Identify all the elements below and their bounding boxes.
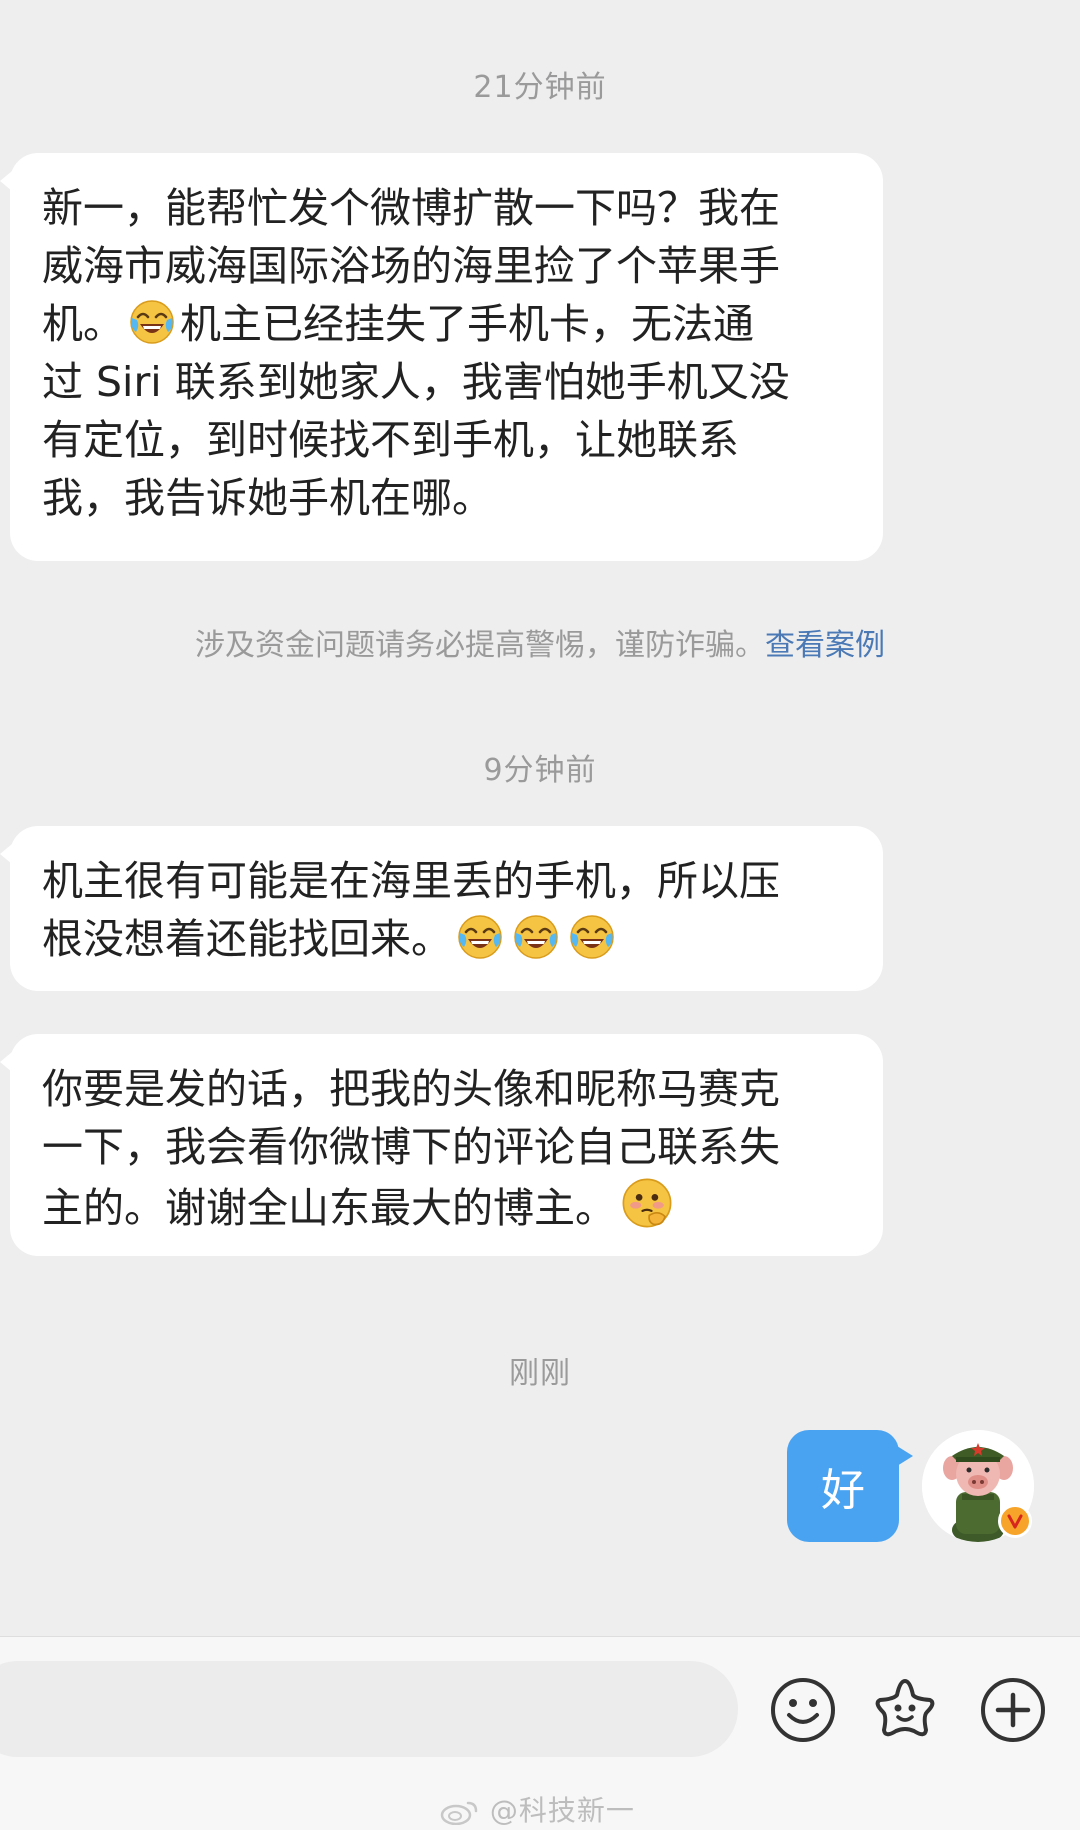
laugh-cry-emoji-icon	[568, 913, 616, 961]
message-line: 威海市威海国际浴场的海里捡了个苹果手	[42, 242, 780, 290]
message-line: 机。 机主已经挂失了手机卡，无法通	[42, 298, 754, 348]
timestamp: 21分钟前	[473, 70, 607, 105]
outgoing-message-bubble[interactable]: 好	[787, 1430, 913, 1542]
chat-area: 21分钟前 新一，能帮忙发个微博扩散一下吗？我在 威海市威海国际浴场的海里捡了个…	[0, 0, 1080, 1636]
message-bubble[interactable]: 机主很有可能是在海里丢的手机，所以压 根没想着还能找回来。	[0, 826, 883, 991]
verified-v-badge-icon	[998, 1504, 1032, 1538]
timestamp: 刚刚	[509, 1356, 571, 1391]
watermark-text: @科技新一	[489, 1794, 635, 1827]
weibo-logo-icon	[440, 1801, 478, 1826]
fraud-warning-notice: 涉及资金问题请务必提高警惕，谨防诈骗。查看案例	[0, 620, 1080, 664]
message-line: 你要是发的话，把我的头像和昵称马赛克	[42, 1065, 780, 1113]
message-bubble[interactable]: 你要是发的话，把我的头像和昵称马赛克 一下，我会看你微博下的评论自己联系失 主的…	[0, 1034, 883, 1256]
star-sticker-icon[interactable]	[870, 1675, 940, 1745]
message-text: 好	[821, 1465, 865, 1516]
laugh-cry-emoji-icon	[128, 298, 176, 346]
message-bubble[interactable]: 新一，能帮忙发个微博扩散一下吗？我在 威海市威海国际浴场的海里捡了个苹果手 机。…	[0, 153, 883, 561]
message-input[interactable]	[0, 1661, 738, 1757]
view-cases-link[interactable]: 查看案例	[765, 628, 885, 663]
watermark: @科技新一	[440, 1789, 635, 1829]
laugh-cry-emoji-icon	[456, 913, 504, 961]
notice-text: 涉及资金问题请务必提高警惕，谨防诈骗。	[195, 628, 765, 663]
message-line: 有定位，到时候找不到手机，让她联系	[42, 416, 739, 464]
message-line: 我，我告诉她手机在哪。	[42, 474, 493, 522]
message-line: 主的。谢谢全山东最大的博主。	[42, 1176, 849, 1237]
timestamp: 9分钟前	[483, 753, 597, 788]
message-line: 一下，我会看你微博下的评论自己联系失	[42, 1123, 780, 1171]
thinking-emoji-icon	[620, 1176, 674, 1230]
message-line: 新一，能帮忙发个微博扩散一下吗？我在	[42, 184, 780, 232]
message-line: 机主很有可能是在海里丢的手机，所以压	[42, 857, 780, 905]
plus-circle-icon[interactable]	[978, 1675, 1048, 1745]
input-toolbar: @科技新一	[0, 1636, 1080, 1830]
laugh-cry-emoji-icon	[512, 913, 560, 961]
smiley-face-icon[interactable]	[768, 1675, 838, 1745]
message-line: 根没想着还能找回来。	[42, 910, 849, 968]
message-line: 过 Siri 联系到她家人，我害怕她手机又没	[42, 358, 790, 406]
